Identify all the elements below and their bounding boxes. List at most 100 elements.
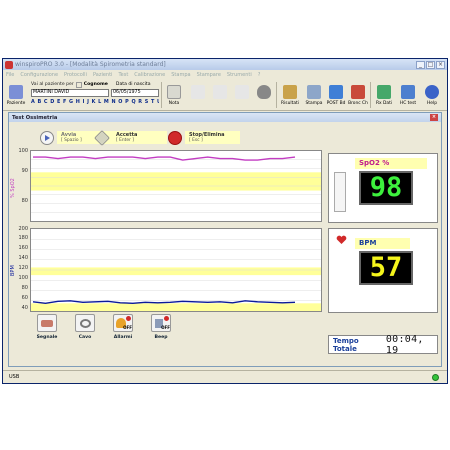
oximetry-window-title: Test Ossimetria — [12, 114, 58, 121]
total-time-value: 00:04, 19 — [385, 333, 424, 356]
bottom-controls: Segnale Cavo OFF Allarmi OFF Beep — [35, 314, 173, 350]
stampa-button[interactable]: Stampa — [303, 81, 325, 109]
maximize-button[interactable]: □ — [426, 60, 435, 69]
wave-icon — [213, 85, 227, 99]
stop-key: [ Esc ] — [189, 138, 203, 143]
menu-stampa[interactable]: Stampa — [171, 72, 190, 78]
menu-help[interactable]: ? — [258, 72, 261, 78]
menu-configurazione[interactable]: Configurazione — [20, 72, 58, 78]
stop-control[interactable]: Stop/Elimina [ Esc ] — [168, 131, 240, 149]
bpm-ytick-180: 180 — [18, 235, 28, 241]
oximetry-window-titlebar: Test Ossimetria × — [9, 113, 441, 122]
post-bd-button[interactable]: POST Bd — [325, 81, 347, 109]
receive-data-icon — [377, 85, 391, 99]
spo2-alarm-band-0 — [31, 172, 321, 191]
close-button[interactable]: × — [436, 60, 445, 69]
bpm-ytick-60: 60 — [21, 295, 28, 301]
app-title: winspiroPRO 3.0 - [Modalità Spirometria … — [15, 61, 166, 68]
test-fvc-button[interactable] — [187, 81, 209, 109]
segnale-control[interactable]: Segnale — [35, 314, 59, 350]
alarm-bell-icon: OFF — [113, 314, 133, 332]
allarmi-state: OFF — [123, 325, 132, 330]
menu-bar: File Configurazione Protocolli Pazienti … — [3, 70, 447, 79]
spo2-display: 98 — [359, 171, 413, 205]
bpm-ytick-160: 160 — [18, 245, 28, 251]
bpm-ytick-200: 200 — [18, 226, 28, 232]
status-bar: USB — [3, 370, 447, 383]
search-mode-checkbox[interactable] — [75, 81, 82, 88]
spo2-chart — [30, 150, 322, 222]
spo2-plot — [31, 156, 321, 213]
close-icon[interactable]: × — [430, 114, 438, 121]
menu-test[interactable]: Test — [118, 72, 128, 78]
spo2-panel: SpO2 % 98 — [328, 153, 438, 223]
help-icon — [425, 85, 439, 99]
patient-search: Vai al paziente per Cognome Data di nasc… — [31, 81, 159, 109]
bpm-ytick-40: 40 — [21, 305, 28, 311]
bpm-chart — [30, 228, 322, 312]
beep-state: OFF — [161, 325, 170, 330]
menu-strumenti[interactable]: Strumenti — [227, 72, 252, 78]
play-icon — [40, 131, 54, 145]
curve-icon — [191, 85, 205, 99]
test-mvv-button[interactable] — [231, 81, 253, 109]
search-mode: Cognome — [83, 82, 108, 87]
patient-name-field[interactable]: MARTINI DAVID — [31, 89, 109, 97]
menu-file[interactable]: File — [6, 72, 14, 78]
signal-icon — [37, 314, 57, 332]
spo2-readout-label: SpO2 % — [359, 159, 390, 167]
connection-led — [432, 374, 439, 381]
accept-icon — [94, 130, 110, 146]
paziente-button[interactable]: Paziente — [5, 81, 27, 109]
total-time: Tempo Totale 00:04, 19 — [328, 333, 438, 356]
total-time-label: Tempo Totale — [333, 336, 359, 353]
note-icon — [167, 85, 181, 99]
nota-button[interactable]: Nota — [163, 81, 185, 109]
hc-test-icon — [401, 85, 415, 99]
patients-icon — [9, 85, 23, 99]
separator — [276, 82, 277, 108]
cavo-control[interactable]: Cavo — [73, 314, 97, 350]
stop-icon — [168, 131, 182, 145]
beep-control[interactable]: OFF Beep — [149, 314, 173, 350]
rx-dati-button[interactable]: Rx Dati — [373, 81, 395, 109]
test-vc-button[interactable] — [209, 81, 231, 109]
spo2-bargraph — [334, 172, 346, 212]
bpm-ytick-140: 140 — [18, 255, 28, 261]
printer-icon — [307, 85, 321, 99]
help-button[interactable]: Help — [421, 81, 443, 109]
bpm-display: 57 — [359, 251, 413, 285]
menu-protocolli[interactable]: Protocolli — [64, 72, 87, 78]
accetta-control[interactable]: Accetta [ Enter ] — [94, 130, 167, 149]
bronc-ch-button[interactable]: Bronc Ch — [347, 81, 369, 109]
spo2-ytick-100: 100 — [18, 148, 28, 154]
menu-pazienti[interactable]: Pazienti — [93, 72, 112, 78]
heart-icon — [257, 85, 271, 99]
risultati-button[interactable]: Risultati — [279, 81, 301, 109]
title-bar: winspiroPRO 3.0 - [Modalità Spirometria … — [3, 59, 447, 70]
bronchi-icon — [351, 85, 365, 99]
toolbar: Paziente Vai al paziente per Cognome Dat… — [3, 79, 447, 111]
bpm-trend-line — [32, 300, 296, 305]
bpm-alarm-band-0 — [31, 267, 321, 276]
minimize-button[interactable]: _ — [416, 60, 425, 69]
bpm-readout-label: BPM — [359, 239, 377, 247]
separator — [370, 82, 371, 108]
accetta-key: [ Enter ] — [116, 138, 135, 143]
heart-icon — [336, 235, 347, 245]
oximetry-button[interactable] — [253, 81, 275, 109]
menu-calibrazione[interactable]: Calibrazione — [134, 72, 165, 78]
bpm-plot — [31, 239, 321, 311]
breath-icon — [235, 85, 249, 99]
bpm-alarm-band-1 — [31, 303, 321, 311]
patient-dob-field[interactable]: 06/05/1975 — [111, 89, 159, 97]
allarmi-control[interactable]: OFF Allarmi — [111, 314, 135, 350]
menu-stampare[interactable]: Stampare — [197, 72, 221, 78]
results-icon — [283, 85, 297, 99]
cable-icon — [75, 314, 95, 332]
bpm-ylabel: BPM — [10, 265, 16, 276]
alphabet-index[interactable]: A B C D E F G H I J K L M N O P Q R S T … — [31, 99, 159, 105]
hc-test-button[interactable]: HC test — [397, 81, 419, 109]
post-bd-icon — [329, 85, 343, 99]
dob-label: Data di nascita — [115, 82, 151, 87]
